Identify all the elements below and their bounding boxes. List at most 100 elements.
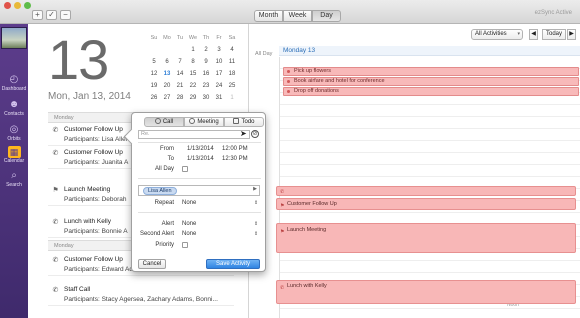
complete-button[interactable]: ✓ xyxy=(46,10,57,20)
priority-checkbox[interactable] xyxy=(182,242,188,248)
mini-calendar-day[interactable]: 16 xyxy=(200,68,212,80)
mini-calendar-day[interactable]: 11 xyxy=(226,56,238,68)
remove-button[interactable]: − xyxy=(60,10,71,20)
alert-stepper-icon[interactable]: ⇕ xyxy=(254,221,258,227)
phone-icon: ✆ xyxy=(52,257,59,264)
profile-thumbnail[interactable] xyxy=(1,27,27,49)
mini-calendar-day[interactable]: 24 xyxy=(213,80,225,92)
zoom-window-button[interactable] xyxy=(24,2,31,9)
contacts-icon: ☻ xyxy=(8,99,20,110)
weekday-header: Tu xyxy=(176,35,184,41)
mini-calendar-day[interactable]: 1 xyxy=(226,92,238,104)
priority-icon[interactable]: ⊘ xyxy=(251,130,259,138)
save-activity-button[interactable]: Save Activity xyxy=(206,259,260,269)
calendar-event[interactable]: ✆ Lunch with Kelly xyxy=(276,280,576,304)
priority-label: Priority xyxy=(155,242,174,248)
sidebar-item-calendar[interactable]: ▦ Calendar xyxy=(0,146,28,170)
sidebar-item-search[interactable]: ⌕ Search xyxy=(0,170,28,194)
mini-calendar-day[interactable]: 23 xyxy=(200,80,212,92)
agenda-item-title: Customer Follow Up xyxy=(64,126,123,133)
mini-calendar-header: Su Mo Tu We Th Fr Sa xyxy=(148,32,238,44)
second-alert-select[interactable]: None xyxy=(182,231,196,237)
mini-calendar-day[interactable]: 19 xyxy=(148,80,160,92)
mini-calendar-day[interactable]: 25 xyxy=(226,80,238,92)
mini-calendar-day[interactable]: 14 xyxy=(174,68,186,80)
sidebar-item-contacts[interactable]: ☻ Contacts xyxy=(0,99,28,123)
cancel-button[interactable]: Cancel xyxy=(138,259,166,269)
all-day-event[interactable]: Drop off donations xyxy=(283,87,579,96)
to-date-field[interactable]: 1/13/2014 xyxy=(187,156,214,162)
mini-calendar-day[interactable]: 29 xyxy=(187,92,199,104)
mini-calendar-day[interactable]: 4 xyxy=(226,44,238,56)
to-time-field[interactable]: 12:30 PM xyxy=(222,156,248,162)
previous-day-button[interactable]: ◀ xyxy=(529,29,538,40)
mini-calendar-day[interactable]: 7 xyxy=(174,56,186,68)
calendar-event[interactable]: ⚑ Customer Follow Up xyxy=(276,198,576,210)
all-day-label: All Day xyxy=(154,166,174,172)
calendar-event[interactable]: ✆ xyxy=(276,186,576,196)
day-column-header: Monday 13 xyxy=(279,46,580,56)
flag-icon: ⚑ xyxy=(52,187,59,194)
mini-calendar-day[interactable]: 12 xyxy=(148,68,160,80)
mini-calendar-day[interactable]: 1 xyxy=(187,44,199,56)
subject-input[interactable]: Re. xyxy=(138,130,250,139)
mini-calendar-day[interactable]: 18 xyxy=(226,68,238,80)
sidebar-item-orbits[interactable]: ◎ Orbits xyxy=(0,124,28,148)
sidebar-item-dashboard[interactable]: ◴ Dashboard xyxy=(0,74,28,98)
all-day-event[interactable]: Pick up flowers xyxy=(283,67,579,76)
checkbox-icon xyxy=(233,118,240,124)
all-day-checkbox[interactable] xyxy=(182,166,188,172)
today-button[interactable]: Today xyxy=(542,29,566,40)
next-day-button[interactable]: ▶ xyxy=(567,29,576,40)
participants-field[interactable]: Lisa Allen ▶ xyxy=(138,185,260,196)
tab-todo[interactable]: Todo xyxy=(224,117,264,127)
mini-calendar-day[interactable]: 27 xyxy=(161,92,173,104)
mini-calendar-day[interactable]: 15 xyxy=(187,68,199,80)
all-day-label: All Day xyxy=(255,51,273,57)
view-day-tab[interactable]: Day xyxy=(312,10,341,22)
alert-select[interactable]: None xyxy=(182,221,196,227)
view-week-tab[interactable]: Week xyxy=(283,10,312,22)
mini-calendar-day[interactable]: 21 xyxy=(174,80,186,92)
agenda-item-participants: Participants: Juanita A xyxy=(64,159,129,166)
activity-filter-select[interactable]: All Activities ▾ xyxy=(471,29,523,40)
event-title: Customer Follow Up xyxy=(287,201,337,207)
mini-calendar-day[interactable]: 17 xyxy=(213,68,225,80)
mini-calendar-day[interactable]: 26 xyxy=(148,92,160,104)
close-window-button[interactable] xyxy=(4,2,11,9)
agenda-item[interactable]: ✆ Staff Call Participants: Stacy Agersea… xyxy=(48,284,234,306)
second-alert-stepper-icon[interactable]: ⇕ xyxy=(254,231,258,237)
mini-calendar-day[interactable]: 20 xyxy=(161,80,173,92)
view-month-tab[interactable]: Month xyxy=(254,10,283,22)
mini-calendar-week: 1234 xyxy=(148,44,238,56)
chevron-right-icon[interactable]: ▶ xyxy=(253,186,257,192)
mini-calendar-day[interactable]: 5 xyxy=(148,56,160,68)
flag-icon: ⚑ xyxy=(280,203,285,209)
mini-calendar-day[interactable]: 2 xyxy=(200,44,212,56)
mini-calendar-day[interactable]: 28 xyxy=(174,92,186,104)
from-time-field[interactable]: 12:00 PM xyxy=(222,146,248,152)
search-icon: ⌕ xyxy=(11,170,17,181)
day-view: All Activities ▾ ◀ Today ▶ All Day Monda… xyxy=(248,24,580,318)
repeat-stepper-icon[interactable]: ⇕ xyxy=(254,200,258,206)
mini-calendar-day[interactable]: 3 xyxy=(213,44,225,56)
mini-calendar-day[interactable]: 31 xyxy=(213,92,225,104)
participant-token[interactable]: Lisa Allen xyxy=(143,187,177,195)
all-day-event[interactable]: Book airfare and hotel for conference xyxy=(283,77,579,86)
mini-calendar-day[interactable]: 22 xyxy=(187,80,199,92)
tab-call[interactable]: Call xyxy=(144,117,184,127)
mini-calendar-day[interactable]: 6 xyxy=(161,56,173,68)
mini-calendar-day[interactable]: 13 xyxy=(161,68,173,80)
mini-calendar-day[interactable]: 8 xyxy=(187,56,199,68)
calendar-event[interactable]: ⚑ Launch Meeting xyxy=(276,223,576,253)
add-button[interactable]: + xyxy=(32,10,43,20)
minimize-window-button[interactable] xyxy=(14,2,21,9)
tab-meeting[interactable]: Meeting xyxy=(184,117,224,127)
flag-icon: ⚑ xyxy=(280,229,285,235)
mini-calendar-day[interactable]: 30 xyxy=(200,92,212,104)
mini-calendar-day[interactable]: 10 xyxy=(213,56,225,68)
from-date-field[interactable]: 1/13/2014 xyxy=(187,146,214,152)
mini-calendar-day[interactable]: 9 xyxy=(200,56,212,68)
repeat-select[interactable]: None xyxy=(182,200,196,206)
cursor-icon: ➤ xyxy=(240,129,247,138)
